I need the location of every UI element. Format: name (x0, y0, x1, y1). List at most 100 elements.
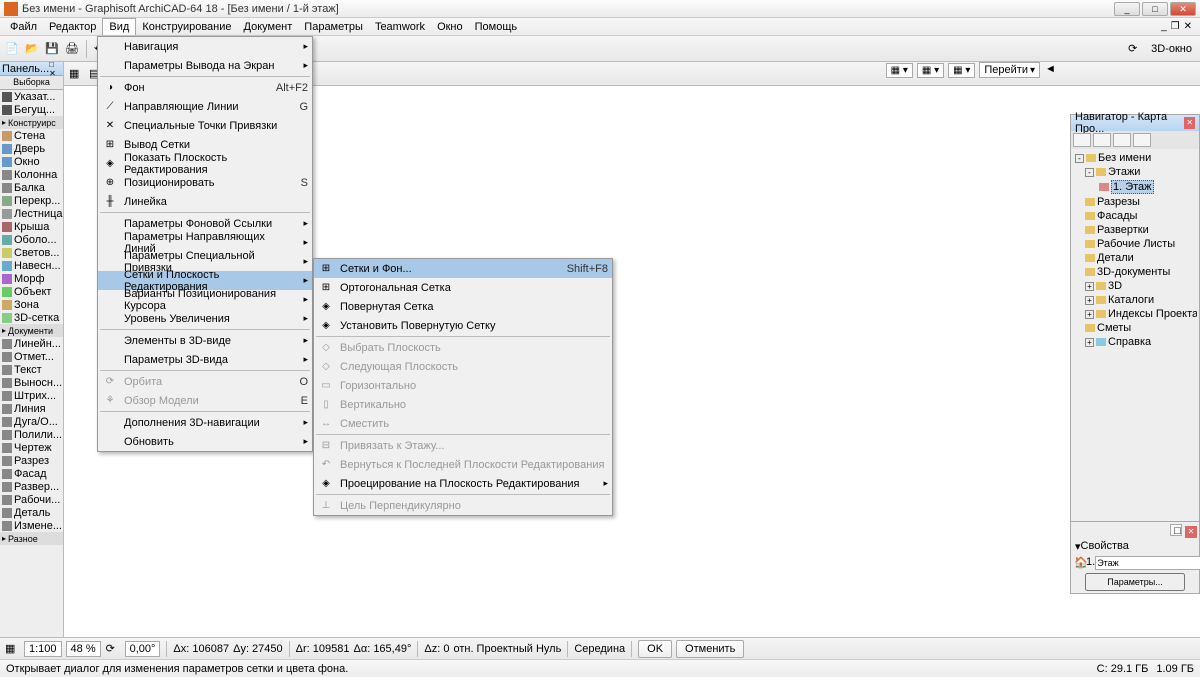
doc-restore-button[interactable]: ❐ (1171, 21, 1180, 32)
view-menu-item-7[interactable]: ◈Показать Плоскость Редактирования (98, 154, 312, 173)
tool-drawing[interactable]: Чертеж (0, 441, 63, 454)
zoom-pct[interactable]: 48 % (66, 641, 101, 657)
menu-params[interactable]: Параметры (298, 19, 369, 35)
tool-curtain[interactable]: Навесн... (0, 259, 63, 272)
menu-teamwork[interactable]: Teamwork (369, 19, 431, 35)
tool-arc[interactable]: Дуга/О... (0, 415, 63, 428)
tool-mesh[interactable]: 3D-сетка (0, 311, 63, 324)
tool-wall[interactable]: Стена (0, 129, 63, 142)
menu-document[interactable]: Документ (238, 19, 299, 35)
tool-dimension[interactable]: Линейн... (0, 337, 63, 350)
toolbox-cat-document[interactable]: Документи (0, 324, 63, 337)
info-icon[interactable]: ▦ (68, 66, 84, 82)
tool-column[interactable]: Колонна (0, 168, 63, 181)
close-button[interactable]: ✕ (1170, 2, 1196, 16)
view-menu-item-3[interactable]: ◑ФонAlt+F2 (98, 78, 312, 97)
tool-polyline[interactable]: Полили... (0, 428, 63, 441)
tool-slab[interactable]: Перекр... (0, 194, 63, 207)
view-menu-item-16[interactable]: Уровень Увеличения▸ (98, 309, 312, 328)
tool-shell[interactable]: Оболо... (0, 233, 63, 246)
snap-mode[interactable]: Середина (574, 643, 625, 655)
goto-dropdown[interactable]: Перейти ▾ (979, 62, 1040, 78)
tool-elevation[interactable]: Фасад (0, 467, 63, 480)
ok-button[interactable]: OK (638, 640, 672, 658)
navigator-header[interactable]: Навигатор - Карта Про... ✕ (1071, 115, 1199, 131)
view-menu-item-15[interactable]: Варианты Позиционирования Курсора▸ (98, 290, 312, 309)
menu-editor[interactable]: Редактор (43, 19, 102, 35)
tool-fill[interactable]: Штрих... (0, 389, 63, 402)
prop-name-input[interactable] (1095, 556, 1200, 570)
sb-orbit-icon[interactable]: ⟳ (105, 641, 121, 657)
minimize-button[interactable]: _ (1114, 2, 1140, 16)
tree-3d[interactable]: +3D (1073, 279, 1197, 293)
tool-beam[interactable]: Балка (0, 181, 63, 194)
view-3d-label[interactable]: 3D-окно (1147, 43, 1196, 55)
print-icon[interactable]: 🖨 (64, 41, 80, 57)
open-icon[interactable]: 📂 (24, 41, 40, 57)
zoom-ratio[interactable]: 1:100 (24, 641, 62, 657)
navigator-close-icon[interactable]: ✕ (1184, 117, 1195, 129)
tree-sections[interactable]: Разрезы (1073, 195, 1197, 209)
nav-tab-project[interactable] (1073, 133, 1091, 147)
menu-window[interactable]: Окно (431, 19, 469, 35)
submenu-item-0[interactable]: ⊞Сетки и Фон...Shift+F8 (314, 259, 612, 278)
tree-indexes[interactable]: +Индексы Проекта (1073, 307, 1197, 321)
submenu-item-3[interactable]: ◈Установить Повернутую Сетку (314, 316, 612, 335)
tool-detail[interactable]: Деталь (0, 506, 63, 519)
tree-estimates[interactable]: Сметы (1073, 321, 1197, 335)
tool-marquee[interactable]: Бегущ... (0, 103, 63, 116)
view-menu-item-1[interactable]: Параметры Вывода на Экран▸ (98, 56, 312, 75)
tool-morph[interactable]: Морф (0, 272, 63, 285)
sb-tool-1[interactable]: ▦ (4, 641, 20, 657)
menu-view[interactable]: Вид (102, 18, 136, 35)
submenu-item-1[interactable]: ⊞Ортогональная Сетка (314, 278, 612, 297)
nav-tab-layout[interactable] (1113, 133, 1131, 147)
submenu-item-2[interactable]: ◈Повернутая Сетка (314, 297, 612, 316)
nav-tab-view[interactable] (1093, 133, 1111, 147)
tool-label[interactable]: Выносн... (0, 376, 63, 389)
tool-section[interactable]: Разрез (0, 454, 63, 467)
tool-change[interactable]: Измене... (0, 519, 63, 532)
parameters-button[interactable]: Параметры... (1085, 573, 1184, 591)
toolbox-cat-construct[interactable]: Конструирс (0, 116, 63, 129)
doc-minimize-button[interactable]: _ (1161, 21, 1167, 32)
angle-input[interactable]: 0,00° (125, 641, 161, 657)
view-menu-item-9[interactable]: ╫Линейка (98, 192, 312, 211)
tree-facades[interactable]: Фасады (1073, 209, 1197, 223)
refresh-icon[interactable]: ⟳ (1127, 41, 1143, 57)
tool-stair[interactable]: Лестница (0, 207, 63, 220)
menu-file[interactable]: Файл (4, 19, 43, 35)
nav-tab-publisher[interactable] (1133, 133, 1151, 147)
tool-worksheet[interactable]: Рабочи... (0, 493, 63, 506)
submenu-item-13[interactable]: ◈Проецирование на Плоскость Редактирован… (314, 474, 612, 493)
tool-roof[interactable]: Крыша (0, 220, 63, 233)
toolbox-cat-other[interactable]: Разное (0, 532, 63, 545)
props-close-icon[interactable]: ✕ (1185, 526, 1197, 538)
tool-skylight[interactable]: Светов... (0, 246, 63, 259)
tool-pointer[interactable]: Указат... (0, 90, 63, 103)
view-menu-item-0[interactable]: Навигация▸ (98, 37, 312, 56)
menu-construct[interactable]: Конструирование (136, 19, 237, 35)
props-collapse-icon[interactable]: □ (1170, 524, 1182, 536)
back-icon[interactable]: ◄ (1044, 62, 1060, 78)
view-menu-item-5[interactable]: ✕Специальные Точки Привязки (98, 116, 312, 135)
tool-text[interactable]: Текст (0, 363, 63, 376)
tree-3ddocs[interactable]: 3D-документы (1073, 265, 1197, 279)
view-menu-item-19[interactable]: Параметры 3D-вида▸ (98, 350, 312, 369)
view-menu-item-8[interactable]: ⊕ПозиционироватьS (98, 173, 312, 192)
tool-door[interactable]: Дверь (0, 142, 63, 155)
tool-window[interactable]: Окно (0, 155, 63, 168)
tree-root[interactable]: -Без имени (1073, 151, 1197, 165)
view-menu-item-4[interactable]: ⟋Направляющие ЛинииG (98, 97, 312, 116)
tool-unfold[interactable]: Развер... (0, 480, 63, 493)
tree-floors[interactable]: -Этажи (1073, 165, 1197, 179)
tool-line[interactable]: Линия (0, 402, 63, 415)
maximize-button[interactable]: □ (1142, 2, 1168, 16)
menu-help[interactable]: Помощь (469, 19, 524, 35)
tool-level[interactable]: Отмет... (0, 350, 63, 363)
view-menu-item-25[interactable]: Обновить▸ (98, 432, 312, 451)
tree-floor-1[interactable]: 1. Этаж (1073, 179, 1197, 195)
tree-worksheets[interactable]: Рабочие Листы (1073, 237, 1197, 251)
tree-unfolds[interactable]: Развертки (1073, 223, 1197, 237)
cancel-button[interactable]: Отменить (676, 640, 744, 658)
